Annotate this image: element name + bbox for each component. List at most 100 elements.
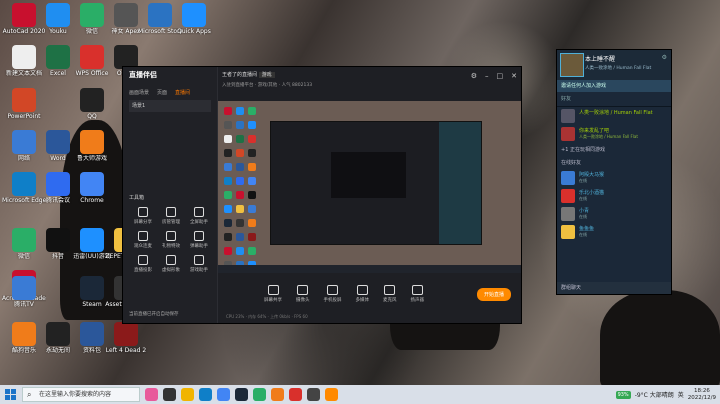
desktop-icon[interactable]: PowerPoint <box>2 88 46 120</box>
same-game-count: +1 正在玩相同游戏 <box>561 147 605 153</box>
app-icon <box>12 276 36 300</box>
tool-label: 屏幕分享 <box>134 220 152 225</box>
app-icon <box>46 322 70 346</box>
steam-icon[interactable] <box>235 388 248 401</box>
tool-button[interactable]: 房管管理 <box>157 207 185 225</box>
streaming-app-window: 直播伴侣 画面场景 页面 直播间 场景1 工具箱 屏幕分享 房管管理 全屏助手 观众连… <box>122 66 522 324</box>
file-explorer-icon[interactable] <box>181 388 194 401</box>
desktop-icon-label: PowerPoint <box>7 113 41 120</box>
tool-label: 弹幕助手 <box>190 244 208 249</box>
tool-button[interactable]: 屏幕分享 <box>129 207 157 225</box>
app-icon <box>46 228 70 252</box>
source-label: 扬声器 <box>410 298 425 303</box>
source-button[interactable]: 摄像头 <box>296 285 310 303</box>
tool-button[interactable]: 游戏助手 <box>185 255 213 273</box>
ime-indicator[interactable]: 英 <box>678 390 684 399</box>
wechat-icon[interactable] <box>253 388 266 401</box>
friends-search[interactable]: 好友 <box>557 92 671 107</box>
list-item[interactable]: 乐北小酒猫 在线 <box>557 187 671 205</box>
friend-name: 鱼鱼鱼 <box>579 226 595 232</box>
tool-button[interactable]: 礼物特效 <box>157 231 185 249</box>
app-icon <box>80 45 104 69</box>
windows-start-icon[interactable] <box>5 389 16 400</box>
friend-name: 小青 <box>579 208 590 214</box>
maximize-icon[interactable]: □ <box>497 72 504 80</box>
tool-icon <box>166 207 176 217</box>
tool-button[interactable]: 观众连麦 <box>129 231 157 249</box>
app-icon[interactable] <box>271 388 284 401</box>
app-icon <box>80 276 104 300</box>
source-button[interactable]: 麦克风 <box>383 285 397 303</box>
app-bottom-bar: 屏幕共享 摄像头 手机投屏 多媒体 麦克风 扬声器 开始直播 CPU 23% · 内存 6… <box>218 275 521 323</box>
desktop-icon[interactable]: 鲁大师游戏 <box>70 130 114 162</box>
desktop-icon[interactable]: Quick Apps <box>172 3 216 35</box>
search-icon: ⌕ <box>27 390 32 399</box>
source-label: 屏幕共享 <box>264 298 282 303</box>
nested-preview-window <box>270 121 482 245</box>
tool-button[interactable]: 弹幕助手 <box>185 231 213 249</box>
list-item[interactable]: 阿殿大马猴 在线 <box>557 169 671 187</box>
desktop-icon[interactable]: Left 4 Dead 2 <box>104 322 148 354</box>
weather-text[interactable]: -9°C 大部晴朗 <box>635 390 674 399</box>
app-icon[interactable] <box>307 388 320 401</box>
task-view-icon[interactable] <box>163 388 176 401</box>
tool-button[interactable]: 全屏助手 <box>185 207 213 225</box>
app-icon[interactable] <box>145 388 158 401</box>
friend-name: 阿殿大马猴 <box>579 172 605 178</box>
invite-bar[interactable]: 邀请任何人加入游戏 <box>557 80 671 92</box>
tool-icon <box>194 231 204 241</box>
source-button[interactable]: 屏幕共享 <box>264 285 282 303</box>
tool-label: 礼物特效 <box>162 244 180 249</box>
start-live-button[interactable]: 开始直播 <box>476 288 511 301</box>
streaming-app-icon[interactable] <box>325 388 338 401</box>
tool-button[interactable]: 直播投影 <box>129 255 157 273</box>
desktop-icon[interactable]: Chrome <box>70 172 114 204</box>
app-icon <box>12 172 36 196</box>
minimize-icon[interactable]: – <box>485 72 489 80</box>
list-item[interactable]: 人类一败涂地 / Human Fall Flat <box>557 107 671 125</box>
app-sidebar: 直播伴侣 画面场景 页面 直播间 场景1 工具箱 屏幕分享 房管管理 全屏助手 观众连… <box>123 67 218 323</box>
settings-icon[interactable]: ⚙ <box>471 72 477 80</box>
avatar <box>561 109 575 123</box>
avatar[interactable] <box>560 53 584 77</box>
tool-icon <box>194 255 204 265</box>
app-icon <box>80 322 104 346</box>
taskbar: ⌕ 在这里输入你要搜索的内容 93% -9°C 大部晴朗 英 18:26 2022… <box>0 385 720 404</box>
app-icon <box>46 45 70 69</box>
list-item[interactable]: 你来发乱了吧 人类一败涂地 / Human Fall Flat <box>557 125 671 143</box>
desktop-icon-label: Quick Apps <box>177 28 211 35</box>
chrome-icon[interactable] <box>217 388 230 401</box>
gear-icon[interactable]: ⚙ <box>662 54 667 61</box>
search-input[interactable]: ⌕ 在这里输入你要搜索的内容 <box>22 387 140 402</box>
app-icon <box>80 130 104 154</box>
tab-page[interactable]: 页面 <box>157 89 167 96</box>
app-icon <box>12 88 36 112</box>
app-tabs: 画面场景 页面 直播间 <box>129 89 190 96</box>
list-item[interactable]: 鱼鱼鱼 在线 <box>557 223 671 241</box>
group-chat-bar[interactable]: 群组聊天 <box>557 282 671 294</box>
desktop-icon[interactable]: 腾讯TV <box>2 276 46 308</box>
tab-live-room[interactable]: 直播间 <box>175 89 190 96</box>
edge-icon[interactable] <box>199 388 212 401</box>
list-item[interactable]: 小青 在线 <box>557 205 671 223</box>
source-button[interactable]: 手机投屏 <box>324 285 342 303</box>
source-button[interactable]: 多媒体 <box>356 285 369 303</box>
close-icon[interactable]: ✕ <box>511 72 517 80</box>
tool-icon <box>166 255 176 265</box>
app-icon[interactable] <box>289 388 302 401</box>
live-preview[interactable] <box>218 101 521 273</box>
scene-selector[interactable]: 场景1 <box>129 100 211 112</box>
app-icon <box>80 3 104 27</box>
tool-label: 全屏助手 <box>190 220 208 225</box>
clock[interactable]: 18:26 2022/12/9 <box>688 388 716 402</box>
online-section-title: 在线好友 <box>561 160 582 166</box>
battery-badge[interactable]: 93% <box>615 390 631 399</box>
desktop-icon[interactable]: QQ <box>70 88 114 120</box>
tool-button[interactable]: 虚拟形象 <box>157 255 185 273</box>
avatar <box>561 189 575 203</box>
tab-scene[interactable]: 画面场景 <box>129 89 149 96</box>
tool-label: 观众连麦 <box>134 244 152 249</box>
app-icon <box>46 130 70 154</box>
app-icon <box>114 3 138 27</box>
source-button[interactable]: 扬声器 <box>410 285 425 303</box>
